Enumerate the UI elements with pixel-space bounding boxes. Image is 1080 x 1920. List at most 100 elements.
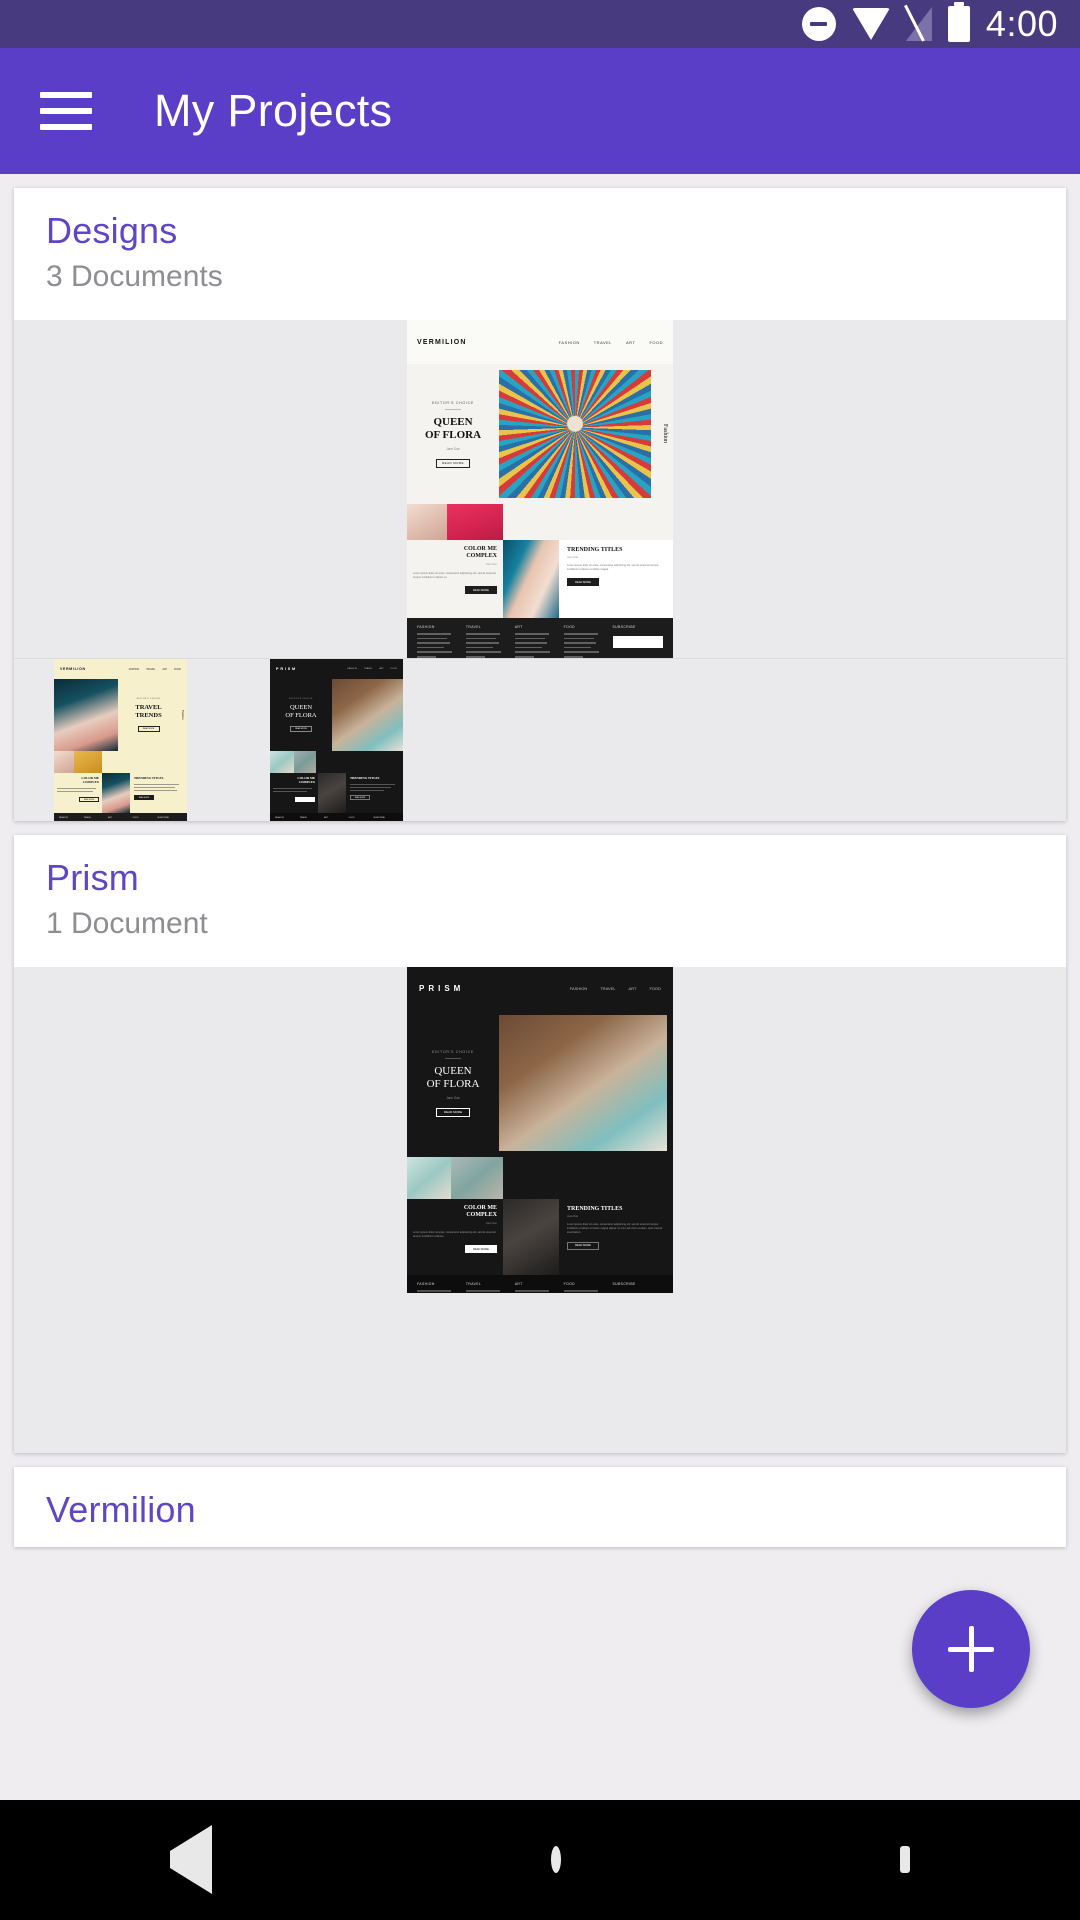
thumb-s3-byline: Jane Doe bbox=[567, 556, 579, 559]
thumb-footer-col-3: ART bbox=[514, 625, 523, 629]
thumb-s2-cta[interactable] bbox=[295, 797, 315, 802]
thumb-footer-col-3: ART bbox=[324, 817, 329, 819]
thumb-side-label: Fashion bbox=[662, 424, 668, 444]
project-document-count: 3 Documents bbox=[46, 260, 223, 293]
thumb-headline-2: OF FLORA bbox=[285, 712, 317, 719]
thumb-s3-title: TRENDING TITLES bbox=[567, 547, 623, 553]
thumb-brand: VERMILION bbox=[417, 338, 467, 346]
thumb-brand: PRISM bbox=[276, 667, 298, 671]
thumb-footer-col-3: ART bbox=[514, 1282, 523, 1286]
thumb-headline-1: QUEEN bbox=[289, 704, 313, 711]
thumb-footer-col-1: FASHION bbox=[275, 817, 284, 819]
thumb-s2-line1: COLOR ME bbox=[463, 1205, 497, 1211]
thumb-footer-col-2: TRAVEL bbox=[299, 817, 308, 819]
document-thumbnail-row-small: VERMILION FASHION TRAVEL ART FOOD EDITOR… bbox=[14, 658, 1066, 821]
thumb-eyebrow: EDITOR'S CHOICE bbox=[431, 1049, 475, 1054]
thumb-s3-title: TRENDING TITLES bbox=[350, 776, 380, 780]
thumb-s2-body: Lorem ipsum dolor sit amet, consectetur … bbox=[413, 1231, 496, 1238]
thumb-nav-fashion: FASHION bbox=[347, 668, 357, 670]
thumb-footer-col-4: FOOD bbox=[563, 1282, 576, 1286]
back-triangle-icon[interactable] bbox=[169, 1825, 212, 1894]
thumb-nav-travel: TRAVEL bbox=[600, 985, 616, 991]
thumb-headline-1: QUEEN bbox=[434, 1064, 472, 1077]
thumb-footer-col-2: TRAVEL bbox=[465, 625, 482, 629]
project-name: Vermilion bbox=[46, 1489, 196, 1530]
document-thumbnail-row: VERMILION FASHION TRAVEL ART FOOD EDITOR… bbox=[14, 320, 1066, 658]
thumb-s2-line2: COMPLEX bbox=[82, 780, 99, 784]
thumb-footer-col-4: FOOD bbox=[348, 817, 355, 819]
divider bbox=[445, 408, 461, 410]
thumb-nav-fashion: FASHION bbox=[558, 339, 580, 345]
thumb-headline-2: OF FLORA bbox=[424, 428, 482, 441]
thumb-nav-art: ART bbox=[626, 339, 636, 345]
thumb-cta-button[interactable]: READ MORE bbox=[137, 726, 160, 732]
thumb-nav-travel: TRAVEL bbox=[146, 667, 156, 671]
thumb-nav-travel: TRAVEL bbox=[363, 668, 373, 670]
thumb-nav-food: FOOD bbox=[649, 985, 661, 991]
thumb-nav-food: FOOD bbox=[174, 667, 181, 671]
thumb-s3-cta[interactable]: READ MORE bbox=[567, 578, 599, 587]
thumb-footer-col-4: FOOD bbox=[563, 625, 576, 629]
thumb-s2-line2: COMPLEX bbox=[466, 553, 497, 559]
project-list[interactable]: Designs 3 Documents VERMILION FASHION TR… bbox=[0, 174, 1080, 1800]
thumb-s2-cta[interactable]: READ MORE bbox=[79, 797, 99, 802]
hamburger-menu-icon[interactable] bbox=[40, 92, 92, 130]
thumb-subscribe-input[interactable] bbox=[612, 636, 664, 648]
thumb-nav-art: ART bbox=[628, 985, 637, 991]
thumb-nav-art: ART bbox=[379, 668, 384, 670]
thumb-cta-button[interactable]: READ MORE bbox=[436, 1107, 470, 1117]
battery-icon bbox=[947, 2, 970, 42]
thumb-footer-col-2: TRAVEL bbox=[83, 817, 92, 819]
project-card-designs[interactable]: Designs 3 Documents VERMILION FASHION TR… bbox=[14, 188, 1066, 821]
thumb-s2-cta[interactable]: READ MORE bbox=[465, 586, 497, 594]
thumb-footer-col-1: FASHION bbox=[59, 817, 68, 819]
thumb-headline-2: TRENDS bbox=[135, 712, 162, 719]
thumb-headline-2: OF FLORA bbox=[426, 1077, 480, 1090]
thumb-nav-food: FOOD bbox=[390, 668, 397, 670]
thumb-eyebrow: EDITOR'S CHOICE bbox=[136, 698, 161, 700]
card-header: Prism 1 Document bbox=[14, 835, 1066, 967]
thumb-s2-cta[interactable]: READ MORE bbox=[465, 1245, 497, 1253]
project-name: Designs bbox=[46, 210, 178, 251]
thumb-hero-image bbox=[499, 370, 651, 498]
thumb-byline: Jane Doe bbox=[446, 446, 460, 451]
document-thumbnail-vermilion-cream[interactable]: VERMILION FASHION TRAVEL ART FOOD EDITOR… bbox=[54, 659, 187, 821]
thumb-nav-travel: TRAVEL bbox=[593, 339, 612, 345]
thumb-s2-line1: COLOR ME bbox=[463, 546, 497, 552]
thumb-nav-food: FOOD bbox=[649, 339, 663, 345]
thumb-side-label: Fashion bbox=[181, 710, 185, 720]
thumb-s2-line2: COMPLEX bbox=[466, 1212, 497, 1218]
thumb-s2-line2: COMPLEX bbox=[298, 780, 315, 784]
document-thumbnail-row: PRISM FASHION TRAVEL ART FOOD EDITOR'S C… bbox=[14, 967, 1066, 1453]
thumb-s3-cta[interactable]: READ MORE bbox=[350, 795, 370, 800]
thumb-s2-body: Lorem ipsum dolor sit amet, consectetur … bbox=[413, 572, 496, 579]
thumb-s3-body: Lorem ipsum dolor sit amet, consectetur … bbox=[567, 1223, 663, 1235]
page-title: My Projects bbox=[154, 85, 393, 136]
project-card-vermilion[interactable]: Vermilion bbox=[14, 1467, 1066, 1547]
thumb-footer-col-1: FASHION bbox=[417, 1282, 435, 1286]
thumb-s3-cta[interactable]: READ MORE bbox=[567, 1241, 599, 1250]
thumb-brand: PRISM bbox=[419, 983, 465, 993]
document-thumbnail-prism-small[interactable]: PRISM FASHION TRAVEL ART FOOD EDITOR'S C… bbox=[270, 659, 403, 821]
document-thumbnail-vermilion-white[interactable]: VERMILION FASHION TRAVEL ART FOOD EDITOR… bbox=[407, 320, 673, 658]
thumb-subscribe-label: SUBSCRIBE bbox=[612, 625, 636, 629]
thumb-s2-image bbox=[503, 540, 559, 618]
thumb-cta-button[interactable]: READ MORE bbox=[290, 726, 312, 732]
thumb-cta-button[interactable]: READ MORE bbox=[436, 458, 470, 468]
thumb-eyebrow: EDITOR'S CHOICE bbox=[431, 400, 475, 405]
cellular-off-icon bbox=[903, 4, 932, 42]
thumb-color-block bbox=[447, 504, 503, 540]
plus-icon-vertical bbox=[968, 1626, 974, 1672]
thumb-s3-title: TRENDING TITLES bbox=[134, 776, 164, 780]
thumb-s2-image bbox=[503, 1199, 559, 1275]
thumb-footer-col-4: FOOD bbox=[132, 817, 139, 819]
status-bar-clock: 4:00 bbox=[985, 3, 1058, 44]
document-thumbnail-prism[interactable]: PRISM FASHION TRAVEL ART FOOD EDITOR'S C… bbox=[407, 967, 673, 1293]
recents-square-icon[interactable] bbox=[900, 1846, 911, 1873]
thumb-byline: Jane Doe bbox=[446, 1095, 460, 1100]
project-card-prism[interactable]: Prism 1 Document PRISM FASHION TRAVEL AR… bbox=[14, 835, 1066, 1453]
do-not-disturb-icon bbox=[801, 7, 836, 41]
home-circle-icon[interactable] bbox=[550, 1846, 561, 1873]
add-project-fab[interactable] bbox=[912, 1590, 1030, 1708]
thumb-s3-cta[interactable]: READ MORE bbox=[134, 795, 154, 800]
